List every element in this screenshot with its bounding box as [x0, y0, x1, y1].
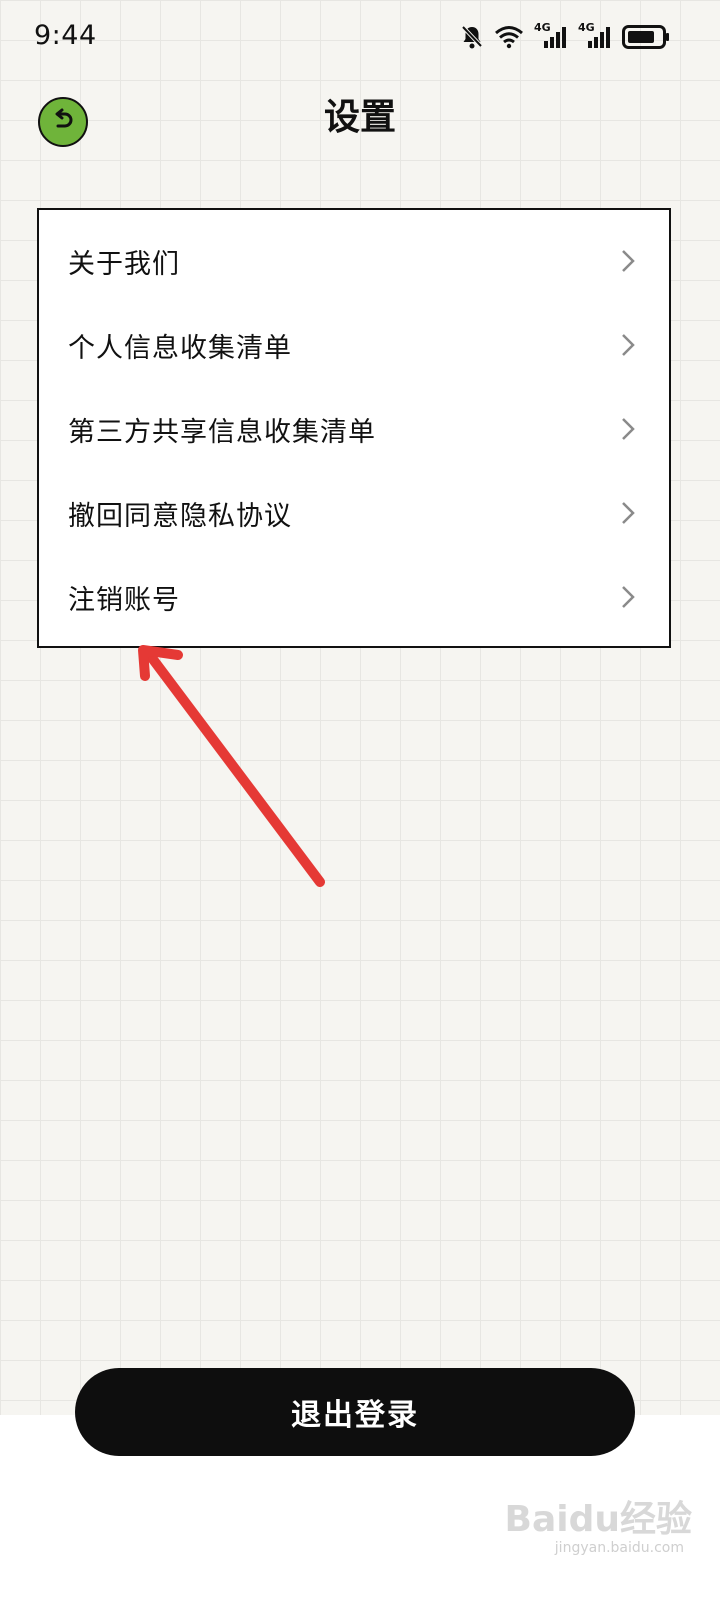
status-bar: 9:44 4G 4G [0, 0, 720, 76]
signal-4g-icon: 4G [534, 21, 568, 49]
chevron-right-icon [621, 249, 635, 277]
settings-menu: 关于我们 个人信息收集清单 第三方共享信息收集清单 撤回同意隐私协议 注销账号 [37, 208, 671, 648]
menu-item-revoke-privacy-consent[interactable]: 撤回同意隐私协议 [39, 471, 669, 555]
menu-item-personal-info-list[interactable]: 个人信息收集清单 [39, 303, 669, 387]
watermark-subtext: jingyan.baidu.com [554, 1540, 684, 1556]
menu-item-delete-account[interactable]: 注销账号 [39, 555, 669, 639]
chevron-right-icon [621, 333, 635, 361]
chevron-right-icon [621, 501, 635, 529]
chevron-right-icon [621, 585, 635, 613]
menu-item-label: 个人信息收集清单 [68, 332, 292, 364]
signal-4g-icon: 4G [578, 21, 612, 49]
network-type-label: 4G [534, 21, 551, 34]
network-type-label: 4G [578, 21, 595, 34]
bell-muted-icon [460, 24, 484, 50]
menu-item-label: 注销账号 [68, 584, 180, 616]
watermark: Baidu经验 jingyan.baidu.com [505, 1490, 692, 1570]
wifi-icon [494, 25, 524, 49]
chevron-right-icon [621, 417, 635, 445]
menu-item-label: 关于我们 [68, 248, 180, 280]
battery-icon [622, 25, 670, 49]
menu-item-third-party-sharing[interactable]: 第三方共享信息收集清单 [39, 387, 669, 471]
watermark-text: Baidu经验 [504, 1499, 692, 1540]
page-title: 设置 [323, 97, 396, 138]
menu-item-label: 第三方共享信息收集清单 [68, 416, 376, 448]
status-time: 9:44 [34, 20, 97, 51]
menu-item-about-us[interactable]: 关于我们 [39, 219, 669, 303]
logout-button[interactable]: 退出登录 [75, 1368, 635, 1456]
status-icons: 4G 4G [460, 21, 670, 50]
menu-item-label: 撤回同意隐私协议 [68, 500, 292, 532]
